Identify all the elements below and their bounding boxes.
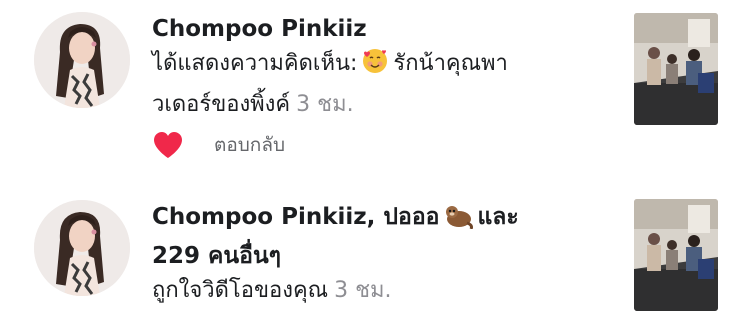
otter-icon: [443, 203, 474, 239]
like-text-line: ถูกใจวิดีโอของคุณ 3 ชม.: [152, 273, 612, 309]
comment-body-line1: รักน้าคุณพา: [393, 51, 508, 76]
comment-actions: ตอบกลับ: [152, 128, 285, 162]
actors-line[interactable]: Chompoo Pinkiiz, ปอออ และ: [152, 200, 612, 239]
comment-prefix: ได้แสดงความคิดเห็น:: [152, 51, 358, 76]
notification-content: Chompoo Pinkiiz, ปอออ และ 229 คนอื่นๆ ถู…: [152, 200, 612, 309]
heart-icon[interactable]: [152, 130, 184, 160]
video-thumbnail[interactable]: [634, 13, 718, 125]
reply-button[interactable]: ตอบกลับ: [214, 130, 285, 160]
comment-body-line2: วเดอร์ของพิ้งค์: [152, 92, 291, 117]
comment-text-line2: วเดอร์ของพิ้งค์ 3 ชม.: [152, 87, 612, 123]
timestamp: 3 ชม.: [334, 278, 392, 303]
comment-text: ได้แสดงความคิดเห็น: รักน้าคุณพา: [152, 46, 612, 87]
notification-item[interactable]: Chompoo Pinkiiz ได้แสดงความคิดเห็น: รักน…: [0, 0, 750, 170]
notification-content: Chompoo Pinkiiz ได้แสดงความคิดเห็น: รักน…: [152, 12, 612, 123]
actor-name[interactable]: Chompoo Pinkiiz: [152, 12, 612, 46]
actor-names[interactable]: Chompoo Pinkiiz, ปอออ: [152, 204, 439, 230]
others-count[interactable]: 229 คนอื่นๆ: [152, 239, 612, 273]
timestamp: 3 ชม.: [296, 92, 354, 117]
avatar[interactable]: [34, 12, 130, 108]
and-word: และ: [477, 204, 519, 230]
video-thumbnail[interactable]: [634, 199, 718, 311]
smiling-face-with-hearts-icon: [361, 47, 389, 87]
avatar[interactable]: [34, 200, 130, 296]
like-text: ถูกใจวิดีโอของคุณ: [152, 278, 329, 303]
notification-item[interactable]: Chompoo Pinkiiz, ปอออ และ 229 คนอื่นๆ ถู…: [0, 190, 750, 319]
